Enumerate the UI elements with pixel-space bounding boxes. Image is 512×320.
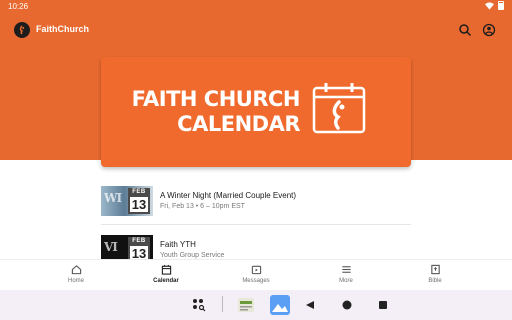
- home-button-icon[interactable]: [342, 300, 352, 310]
- banner-line-1: FAITH CHURCH: [131, 87, 301, 111]
- bottom-navigation: Home Calendar Messages More Bible: [0, 259, 512, 289]
- nav-label: Calendar: [153, 278, 179, 284]
- event-datetime: Fri, Feb 13 • 6 – 10pm EST: [160, 203, 245, 210]
- calendar-icon: [161, 264, 171, 275]
- event-thumbnail: WI FEB 13: [101, 186, 153, 216]
- app-drawer-icon[interactable]: [191, 297, 207, 313]
- home-icon: [71, 265, 81, 275]
- messages-icon: [251, 265, 261, 275]
- status-bar: 10:26: [0, 0, 512, 14]
- nav-home[interactable]: Home: [46, 264, 106, 284]
- church-logo-icon: [14, 22, 30, 38]
- back-icon[interactable]: [305, 300, 315, 310]
- recents-icon[interactable]: [378, 300, 388, 310]
- date-day: 13: [130, 197, 148, 212]
- nav-calendar[interactable]: Calendar: [136, 264, 196, 284]
- event-subtitle: Youth Group Service: [160, 252, 225, 259]
- gallery-app-icon[interactable]: [270, 295, 290, 315]
- nav-more[interactable]: More: [316, 264, 376, 284]
- date-badge: FEB 13: [128, 188, 150, 214]
- date-month: FEB: [132, 189, 146, 195]
- system-nav-bar: [0, 290, 512, 320]
- battery-icon: [498, 1, 504, 10]
- taskbar-divider: [222, 296, 223, 312]
- status-icons: [485, 1, 504, 10]
- nav-messages[interactable]: Messages: [226, 264, 286, 284]
- event-title: Faith YTH: [160, 240, 196, 249]
- date-month: FEB: [132, 238, 146, 244]
- search-icon[interactable]: [458, 23, 472, 37]
- thumbnail-text: VI: [104, 240, 118, 254]
- app-bar: FaithChurch: [0, 14, 512, 46]
- nav-label: Messages: [242, 278, 270, 284]
- divider: [101, 224, 411, 225]
- nav-label: Bible: [428, 278, 442, 284]
- nav-label: Home: [67, 278, 84, 284]
- event-list-item[interactable]: WI FEB 13 A Winter Night (Married Couple…: [101, 184, 411, 218]
- account-icon[interactable]: [482, 23, 496, 37]
- event-title: A Winter Night (Married Couple Event): [160, 191, 297, 200]
- status-time: 10:26: [8, 2, 29, 11]
- news-app-icon[interactable]: [238, 298, 254, 312]
- more-icon: [341, 266, 351, 273]
- calendar-logo-icon: [312, 83, 366, 134]
- bible-icon: [430, 264, 440, 275]
- wifi-icon: [485, 1, 494, 10]
- thumbnail-text: WI: [104, 191, 122, 205]
- banner-line-2: CALENDAR: [177, 112, 300, 136]
- nav-bible[interactable]: Bible: [405, 264, 465, 284]
- banner-title: FAITH CHURCH CALENDAR: [131, 87, 301, 137]
- nav-label: More: [339, 278, 353, 284]
- calendar-banner: FAITH CHURCH CALENDAR: [101, 57, 411, 167]
- app-title: FaithChurch: [36, 24, 89, 34]
